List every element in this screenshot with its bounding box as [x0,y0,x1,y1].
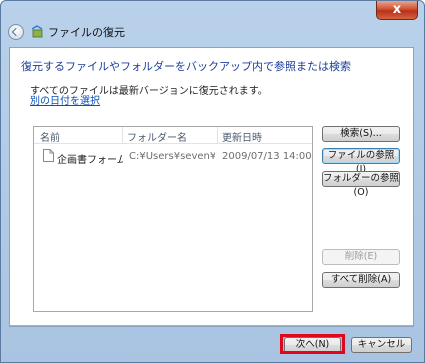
file-name: 企画書フォーム [57,155,123,166]
remove-button[interactable]: 削除(E) [322,249,400,265]
window-title: ファイルの復元 [48,26,125,39]
file-list-header: 名前 フォルダー名 更新日時 [34,127,312,144]
column-divider[interactable] [122,127,123,144]
column-divider[interactable] [217,127,218,144]
search-button[interactable]: 検索(S)... [322,126,400,142]
restore-icon [30,25,44,39]
document-icon [43,149,54,162]
highlight-box [280,334,345,354]
file-folder: C:¥Users¥seven¥Do... [129,151,215,162]
cancel-button[interactable]: キャンセル [351,337,412,353]
title-bar: ファイルの復元 [8,22,125,42]
file-row[interactable]: 企画書フォーム C:¥Users¥seven¥Do... 2009/07/13 … [34,149,312,166]
footer-divider [10,325,413,326]
column-header-folder[interactable]: フォルダー名 [127,129,187,144]
remove-all-button[interactable]: すべて削除(A) [322,272,400,288]
back-button[interactable] [8,24,24,40]
browse-files-button[interactable]: ファイルの参照(I) [322,148,400,175]
column-header-modified[interactable]: 更新日時 [222,129,262,144]
file-modified: 2009/07/13 14:00 [222,151,312,162]
browse-folders-button[interactable]: フォルダーの参照(O) [322,171,400,198]
file-list[interactable]: 名前 フォルダー名 更新日時 企画書フォーム C:¥Users¥seven¥Do… [33,126,313,312]
choose-date-link[interactable]: 別の日付を選択 [30,92,100,107]
page-heading: 復元するファイルやフォルダーをバックアップ内で参照または検索 [21,60,351,73]
close-button[interactable]: x [376,1,418,20]
column-header-name[interactable]: 名前 [40,129,60,144]
